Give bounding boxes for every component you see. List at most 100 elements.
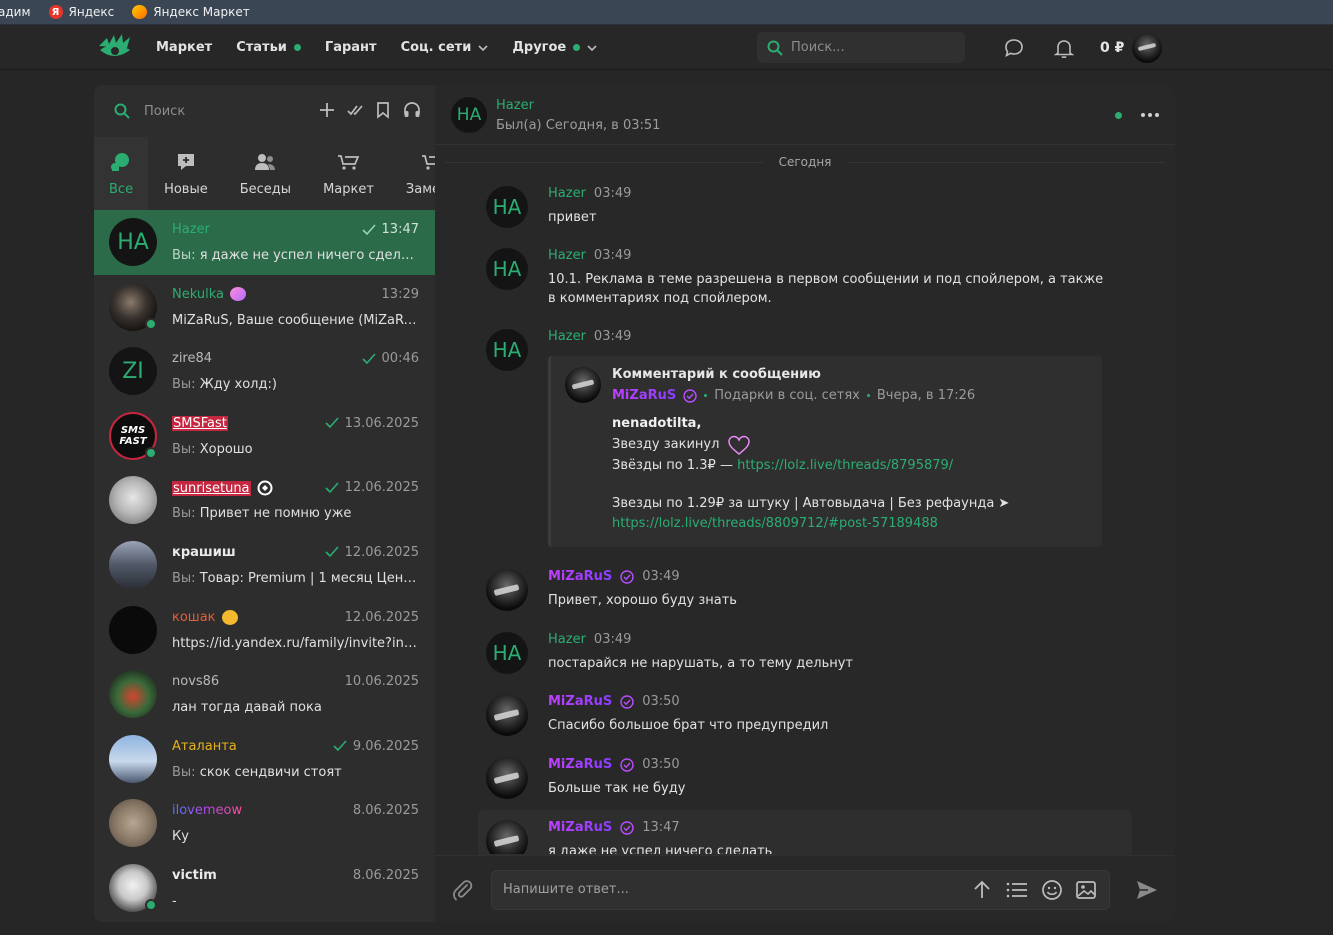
chat-preview: Привет не помню уже xyxy=(199,506,352,522)
chat-item-zire84[interactable]: ZI zire84 00:46 Вы: Жду холд:) xyxy=(94,339,435,404)
quoted-comment[interactable]: Комментарий к сообщению MiZaRuS Подарки … xyxy=(548,356,1102,547)
bell-icon[interactable] xyxy=(1053,37,1075,59)
avatar[interactable]: HA xyxy=(486,186,528,228)
avatar xyxy=(109,734,157,783)
message-author[interactable]: MiZaRuS xyxy=(548,694,612,709)
more-options-icon[interactable] xyxy=(1139,107,1161,123)
chat-time: 13.06.2025 xyxy=(344,415,419,431)
chat-preview: скок сендвичи стоят xyxy=(199,764,342,780)
quote-mention[interactable]: nenadotilta, xyxy=(612,414,1092,434)
chat-item-koshak[interactable]: кошак 12.06.2025 https://id.yandex.ru/fa… xyxy=(94,598,435,663)
chat-item-hazer[interactable]: HA Hazer 13:47 Вы: я даже не успел ничег… xyxy=(94,210,435,275)
check-icon xyxy=(324,482,339,494)
avatar[interactable] xyxy=(486,757,528,799)
chat-item-ilovemeow[interactable]: ilovemeow 8.06.2025 Ку xyxy=(94,791,435,856)
chat-item-nekulka[interactable]: Nekulka 13:29 MiZaRuS, Ваше сообщение (M… xyxy=(94,275,435,340)
tab-groups[interactable]: Беседы xyxy=(224,137,307,210)
paperclip-icon[interactable] xyxy=(451,878,475,902)
users-icon xyxy=(255,154,276,170)
check-icon xyxy=(361,223,376,235)
avatar[interactable]: HA xyxy=(486,329,528,371)
list-icon[interactable] xyxy=(1005,879,1029,901)
nav-articles[interactable]: Статьи xyxy=(236,40,301,55)
search-icon xyxy=(767,40,783,56)
message-text: постарайся не нарушать, а то тему дельну… xyxy=(548,656,853,671)
chat-item-atalanta[interactable]: Аталанта 9.06.2025 Вы: скок сендвичи сто… xyxy=(94,727,435,792)
conversation-header: HA Hazer Был(а) Сегодня, в 03:51 xyxy=(435,85,1175,145)
message-author[interactable]: MiZaRuS xyxy=(548,569,612,584)
message-author[interactable]: Hazer xyxy=(548,632,586,647)
send-icon[interactable] xyxy=(1135,878,1159,902)
message-author[interactable]: Hazer xyxy=(548,248,586,263)
chat-name: Nekulka xyxy=(172,286,224,302)
conversation-title[interactable]: Hazer xyxy=(496,98,534,113)
chat-item-sunrisetuna[interactable]: sunrisetuna 12.06.2025 Вы: Привет не пом… xyxy=(94,468,435,533)
chat-time: 12.06.2025 xyxy=(344,480,419,496)
headphones-icon[interactable] xyxy=(403,101,421,119)
badge-icon xyxy=(257,480,273,496)
avatar[interactable]: HA xyxy=(451,97,487,133)
message-text: привет xyxy=(548,210,597,225)
avatar[interactable]: HA xyxy=(486,632,528,674)
verified-icon xyxy=(620,569,634,584)
quote-thread[interactable]: Подарки в соц. сетях xyxy=(714,388,860,403)
yandex-icon: Я xyxy=(48,5,63,19)
chat-preview: https://id.yandex.ru/family/invite?invit… xyxy=(172,635,418,651)
verified-icon xyxy=(620,757,634,772)
check-icon xyxy=(324,417,339,429)
plus-icon[interactable] xyxy=(319,101,335,119)
chat-name: Аталанта xyxy=(172,738,237,754)
nav-market[interactable]: Маркет xyxy=(156,40,212,55)
bookmark-item[interactable]: адим xyxy=(0,5,31,19)
avatar[interactable]: HA xyxy=(486,248,528,290)
avatar: HA xyxy=(109,218,157,266)
arrow-up-icon[interactable] xyxy=(971,879,993,901)
tab-replacements[interactable]: Замены xyxy=(390,137,435,210)
avatar[interactable] xyxy=(486,569,528,611)
chat-item-novs86[interactable]: novs86 10.06.2025 лан тогда давай пока xyxy=(94,662,435,727)
balance[interactable]: 0 ₽ xyxy=(1100,25,1163,70)
emoji-icon[interactable] xyxy=(1041,879,1063,901)
chat-name: кошак xyxy=(172,609,216,625)
avatar[interactable] xyxy=(486,694,528,736)
chat-preview: лан тогда давай пока xyxy=(172,700,322,716)
bookmark-yandex[interactable]: Я Яндекс xyxy=(48,5,114,19)
tab-market[interactable]: Маркет xyxy=(307,137,390,210)
bookmark-icon[interactable] xyxy=(375,101,391,119)
nav-social[interactable]: Соц. сети xyxy=(401,40,489,55)
chat-item-krashish[interactable]: крашиш 12.06.2025 Вы: Товар: Premium | 1… xyxy=(94,533,435,598)
avatar[interactable] xyxy=(486,820,528,854)
bookmark-yandex-market[interactable]: Яндекс Маркет xyxy=(132,5,250,19)
conversations-search[interactable]: Поиск xyxy=(94,85,435,137)
message-time: 03:49 xyxy=(642,569,680,584)
chat-time: 10.06.2025 xyxy=(344,674,419,690)
nav-other[interactable]: Другое xyxy=(512,40,597,55)
tab-new[interactable]: Новые xyxy=(148,137,224,210)
message-author[interactable]: MiZaRuS xyxy=(548,820,612,835)
nav-guarantor[interactable]: Гарант xyxy=(325,40,377,55)
chat-item-smsfast[interactable]: SMS FAST SMSFast 13.06.2025 Вы: Хорошо xyxy=(94,404,435,469)
chat-bubble-icon[interactable] xyxy=(1003,37,1025,59)
message-author[interactable]: Hazer xyxy=(548,329,586,344)
chat-list: HA Hazer 13:47 Вы: я даже не успел ничег… xyxy=(94,210,435,921)
message-author[interactable]: Hazer xyxy=(548,186,586,201)
online-indicator xyxy=(145,898,157,911)
avatar[interactable] xyxy=(565,367,601,403)
double-check-icon[interactable] xyxy=(347,101,363,119)
post-link[interactable]: https://lolz.live/threads/8809712/#post-… xyxy=(612,514,1092,534)
site-logo[interactable] xyxy=(97,32,133,62)
tab-all[interactable]: Все xyxy=(94,137,149,210)
image-icon[interactable] xyxy=(1075,879,1097,901)
quote-title: Комментарий к сообщению xyxy=(612,367,821,382)
chat-preview: Товар: Premium | 1 месяц Цена: ... xyxy=(199,570,418,586)
message: HA Hazer 03:49 привет xyxy=(486,186,1126,230)
chat-time: 13:47 xyxy=(381,222,419,237)
message-author[interactable]: MiZaRuS xyxy=(548,757,612,772)
thread-link[interactable]: https://lolz.live/threads/8795879/ xyxy=(737,458,953,473)
user-avatar[interactable] xyxy=(1132,32,1163,63)
chat-name: zire84 xyxy=(172,351,213,367)
quote-author[interactable]: MiZaRuS xyxy=(612,388,676,403)
reply-input[interactable]: Напишите ответ... xyxy=(491,870,1110,910)
chat-item-victim[interactable]: victim 8.06.2025 - xyxy=(94,856,435,921)
top-search-input[interactable]: Поиск... xyxy=(757,32,965,63)
